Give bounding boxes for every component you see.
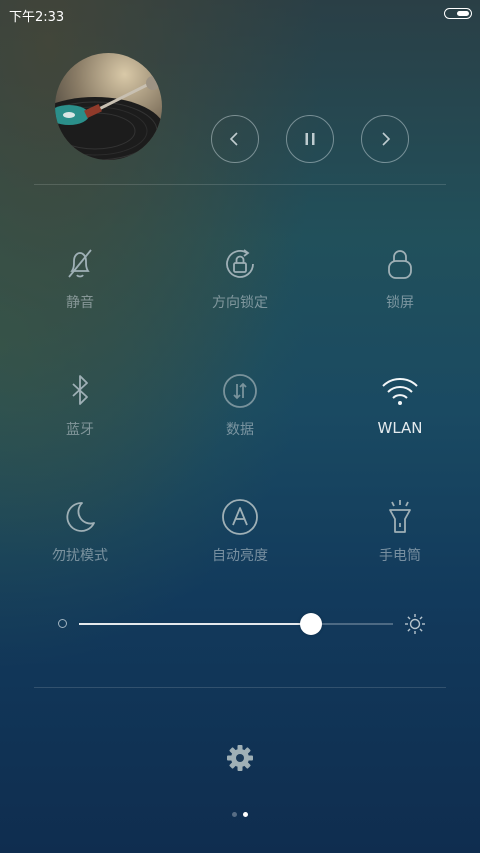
page-dot — [232, 812, 237, 817]
brightness-slider[interactable] — [56, 610, 426, 638]
flashlight-icon — [389, 500, 411, 533]
next-button[interactable] — [361, 115, 409, 163]
toggle-label: 手电筒 — [379, 548, 421, 564]
battery-icon — [444, 8, 472, 19]
toggle-rotation-lock[interactable]: 方向锁定 — [185, 244, 295, 312]
page-indicator — [0, 812, 480, 820]
previous-button[interactable] — [211, 115, 259, 163]
album-art[interactable] — [55, 53, 162, 160]
moon-icon — [66, 502, 95, 532]
toggle-mobile-data[interactable]: 数据 — [185, 371, 295, 439]
pause-icon — [305, 133, 315, 145]
brightness-low-icon — [58, 619, 67, 628]
toggle-label: 锁屏 — [386, 295, 414, 311]
toggle-silent[interactable]: 静音 — [25, 244, 135, 312]
brightness-thumb[interactable] — [300, 613, 323, 635]
toggle-flashlight[interactable]: 手电筒 — [345, 497, 455, 565]
toggle-lock-screen[interactable]: 锁屏 — [345, 244, 455, 312]
auto-brightness-icon — [222, 499, 258, 535]
chevron-left-icon — [229, 132, 238, 146]
bell-off-icon — [68, 249, 92, 278]
status-time: 下午2:33 — [9, 10, 65, 25]
toggle-wlan[interactable]: WLAN — [345, 371, 455, 437]
brightness-fill — [79, 623, 312, 625]
toggle-label: 蓝牙 — [66, 422, 94, 438]
page-dot — [243, 812, 248, 817]
toggle-label: 数据 — [226, 422, 254, 438]
toggle-label: 自动亮度 — [212, 548, 268, 564]
mobile-data-icon — [223, 374, 257, 408]
toggle-auto-brightness[interactable]: 自动亮度 — [185, 497, 295, 565]
divider — [34, 184, 446, 185]
toggle-label: 方向锁定 — [212, 295, 268, 311]
toggle-label: 勿扰模式 — [52, 548, 108, 564]
divider — [34, 687, 446, 688]
gear-icon[interactable] — [224, 742, 256, 774]
lock-icon — [388, 250, 412, 279]
rotation-lock-icon — [226, 249, 254, 278]
brightness-track[interactable] — [79, 613, 393, 635]
wifi-icon — [382, 377, 418, 405]
toggle-bluetooth[interactable]: 蓝牙 — [25, 371, 135, 439]
status-bar: 下午2:33 — [0, 0, 480, 28]
chevron-right-icon — [382, 132, 391, 146]
toggle-label: 静音 — [66, 295, 94, 311]
toggle-label: WLAN — [377, 419, 423, 437]
brightness-high-icon — [405, 614, 425, 634]
toggle-do-not-disturb[interactable]: 勿扰模式 — [25, 497, 135, 565]
pause-button[interactable] — [286, 115, 334, 163]
bluetooth-icon — [72, 375, 88, 405]
